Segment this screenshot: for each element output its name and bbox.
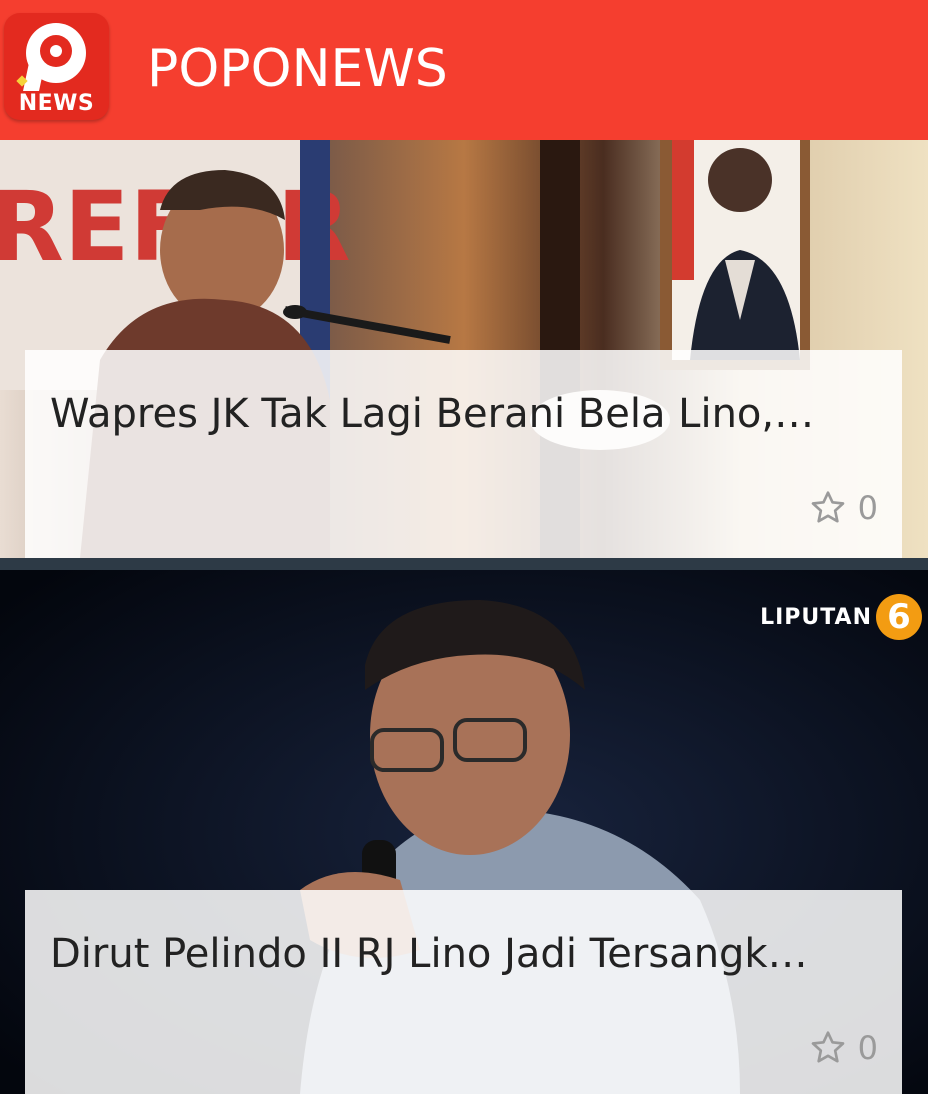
source-watermark: LIPUTAN 6 (760, 594, 922, 640)
article-headline[interactable]: Wapres JK Tak Lagi Berani Bela Lino,… (50, 388, 885, 440)
logo-text: NEWS (18, 91, 95, 116)
app-bar: NEWS POPONEWS (0, 0, 928, 140)
logo-stem (23, 63, 45, 91)
watermark-text: LIPUTAN (760, 604, 872, 630)
news-card[interactable]: LIPUTAN 6 Dirut Pelindo II RJ Lino Jadi … (0, 570, 928, 1094)
article-summary-panel: Wapres JK Tak Lagi Berani Bela Lino,… 0 (25, 350, 902, 558)
app-logo[interactable]: NEWS (4, 13, 109, 120)
like-count: 0 (857, 1029, 878, 1067)
like-counter[interactable]: 0 (808, 1028, 878, 1068)
like-counter[interactable]: 0 (808, 488, 878, 528)
star-icon[interactable] (808, 488, 848, 528)
star-icon[interactable] (808, 1028, 848, 1068)
article-summary-panel: Dirut Pelindo II RJ Lino Jadi Tersangk… … (25, 890, 902, 1094)
like-count: 0 (857, 489, 878, 527)
watermark-number: 6 (876, 594, 922, 640)
news-card[interactable]: REFOR Wapres JK Tak Lagi Berani Bela Lin… (0, 140, 928, 558)
article-headline[interactable]: Dirut Pelindo II RJ Lino Jadi Tersangk… (50, 928, 885, 980)
card-divider (0, 558, 928, 570)
app-title: POPONEWS (147, 39, 448, 99)
